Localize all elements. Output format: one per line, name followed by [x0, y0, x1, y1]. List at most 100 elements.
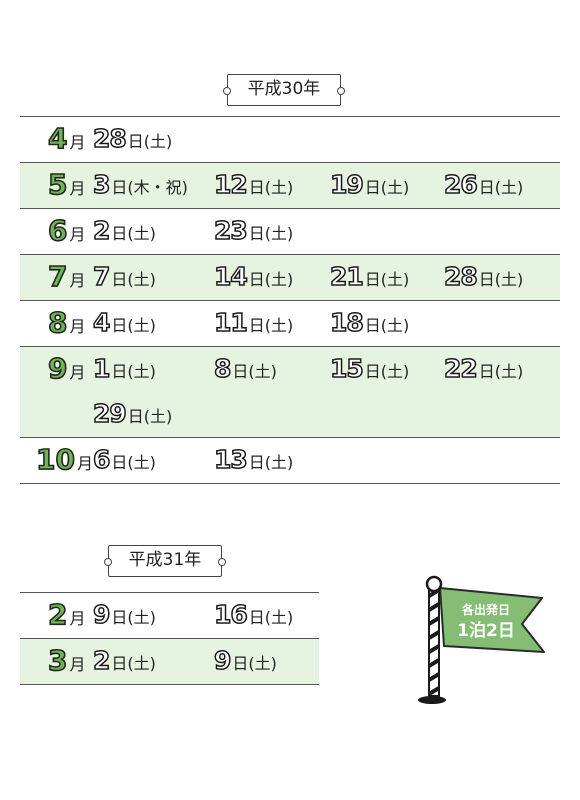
day-suffix: 日(土)	[111, 362, 156, 381]
day-suffix: 日(土)	[111, 316, 156, 335]
date-entry: 21 日(土)	[329, 261, 410, 292]
date-entry: 8 日(土)	[213, 353, 277, 384]
date-entry: 7 日(土)	[92, 261, 156, 292]
date-entry: 3 日(木・祝)	[92, 169, 188, 200]
date-entry: 28 日(土)	[443, 261, 523, 292]
day-number: 28	[92, 123, 127, 154]
day-number: 11	[213, 307, 248, 338]
month-row: 8 月 4 日(土) 11 日(土) 18 日(土)	[20, 301, 560, 346]
day-number: 22	[443, 353, 478, 384]
month-number: 7	[47, 260, 68, 294]
month-suffix: 月	[69, 133, 86, 152]
day-suffix: 日(土)	[248, 316, 294, 335]
year-label: 平成31年	[104, 545, 226, 577]
month-label: 5月	[47, 168, 86, 202]
date-entry: 26 日(土)	[443, 169, 524, 200]
day-suffix: 日(土)	[478, 178, 524, 197]
month-number: 5	[47, 168, 68, 202]
date-entry: 2 日(土)	[92, 215, 156, 246]
month-suffix: 月	[69, 609, 86, 628]
day-suffix: 日(土)	[364, 178, 410, 197]
day-number: 1	[92, 353, 111, 384]
day-number: 3	[92, 169, 111, 200]
day-suffix: 日(土)	[111, 608, 156, 627]
month-suffix: 月	[69, 363, 86, 382]
month-number: 3	[47, 644, 68, 678]
day-suffix: 日(土)	[248, 224, 294, 243]
day-number: 2	[92, 645, 111, 676]
month-suffix: 月	[69, 179, 86, 198]
month-suffix: 月	[69, 225, 86, 244]
divider	[20, 684, 319, 685]
date-entry: 19 日(土)	[329, 169, 410, 200]
day-number: 16	[213, 599, 248, 630]
month-label: 6月	[47, 214, 86, 248]
date-entry: 23 日(土)	[213, 215, 294, 246]
date-entry: 14 日(土)	[213, 261, 293, 292]
day-number: 15	[329, 353, 364, 384]
divider	[20, 483, 560, 484]
month-row: 5 月 3 日(木・祝) 12 日(土) 19 日(土) 26 日(土)	[20, 163, 560, 208]
day-suffix: 日(土)	[248, 453, 294, 472]
month-row: 7 月 7 日(土) 14 日(土) 21 日(土) 28 日(土)	[20, 255, 560, 300]
date-entry: 1 日(土)	[92, 353, 156, 384]
day-suffix: 日(土)	[111, 270, 156, 289]
date-entry: 12 日(土)	[213, 169, 293, 200]
day-suffix: 日(木・祝)	[111, 178, 188, 197]
day-suffix: 日(土)	[364, 270, 410, 289]
date-entry: 11 日(土)	[213, 307, 294, 338]
month-label: 8月	[47, 306, 86, 340]
year-label: 平成30年	[223, 74, 345, 106]
day-number: 9	[92, 599, 111, 630]
day-number: 9	[213, 645, 232, 676]
month-label: 9月	[47, 352, 86, 386]
day-number: 26	[443, 169, 478, 200]
date-entry: 22 日(土)	[443, 353, 523, 384]
flag-icon: 各出発日 1泊2日	[418, 575, 545, 704]
date-entry: 15 日(土)	[329, 353, 410, 384]
flag-line1: 各出発日	[461, 602, 510, 617]
date-entry: 16 日(土)	[213, 599, 294, 630]
month-label: 2月	[47, 598, 86, 632]
day-suffix: 日(土)	[127, 407, 173, 426]
date-entry: 13 日(土)	[213, 444, 294, 475]
month-number: 2	[47, 598, 68, 632]
month-row: 2 月 9 日(土) 16 日(土)	[20, 593, 319, 638]
date-entry: 18 日(土)	[329, 307, 409, 338]
month-row: 4 月 28 日(土)	[20, 117, 560, 162]
day-suffix: 日(土)	[111, 453, 156, 472]
date-entry: 6 日(土)	[92, 444, 156, 475]
month-number: 8	[47, 306, 68, 340]
day-suffix: 日(土)	[111, 654, 156, 673]
month-number: 10	[35, 443, 76, 477]
date-entry: 4 日(土)	[92, 307, 156, 338]
day-suffix: 日(土)	[127, 132, 173, 151]
day-suffix: 日(土)	[248, 608, 294, 627]
month-number: 4	[47, 122, 68, 156]
day-number: 28	[443, 261, 478, 292]
day-number: 6	[92, 444, 111, 475]
month-label: 7月	[47, 260, 85, 294]
day-number: 4	[92, 307, 111, 338]
day-number: 21	[329, 261, 364, 292]
day-suffix: 日(土)	[232, 654, 277, 673]
day-number: 8	[213, 353, 232, 384]
month-label: 3月	[47, 644, 86, 678]
day-suffix: 日(土)	[111, 224, 156, 243]
date-entry: 9 日(土)	[213, 645, 277, 676]
month-number: 6	[47, 214, 68, 248]
date-entry: 9 日(土)	[92, 599, 156, 630]
month-row: 9 月 1 日(土) 8 日(土) 15 日(土) 22 日(土) 29 日(土)	[20, 347, 560, 437]
day-suffix: 日(土)	[364, 362, 410, 381]
day-number: 13	[213, 444, 248, 475]
month-suffix: 月	[69, 655, 86, 674]
month-row: 10 月 6 日(土) 13 日(土)	[20, 438, 560, 483]
month-row: 3 月 2 日(土) 9 日(土)	[20, 639, 319, 684]
flag-line2: 1泊2日	[457, 621, 515, 641]
month-suffix: 月	[69, 317, 86, 336]
day-number: 12	[213, 169, 248, 200]
flag-badge: 各出発日 1泊2日	[412, 572, 562, 716]
month-row: 6 月 2 日(土) 23 日(土)	[20, 209, 560, 254]
day-number: 7	[92, 261, 111, 292]
day-number: 23	[213, 215, 248, 246]
